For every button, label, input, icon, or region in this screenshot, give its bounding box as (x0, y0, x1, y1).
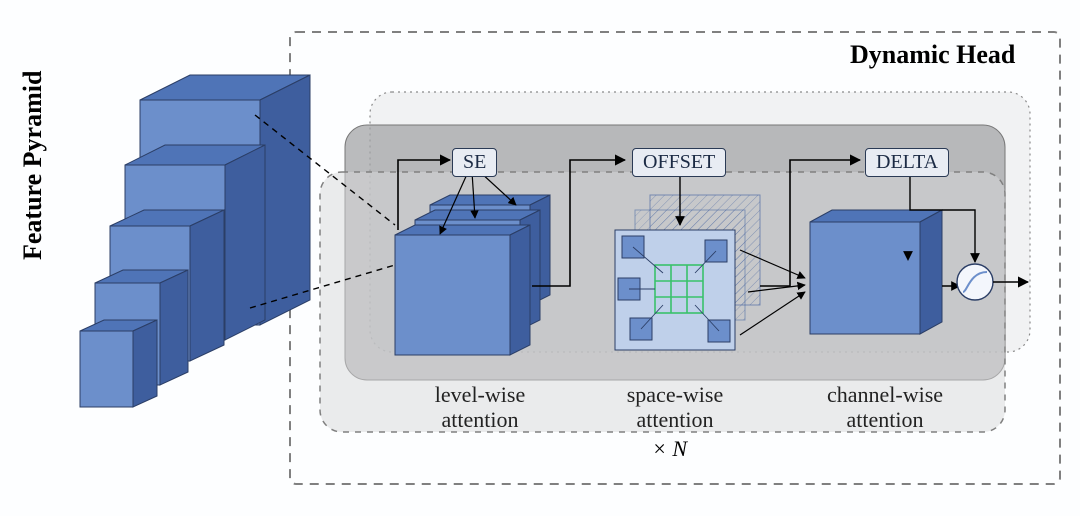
offset-text: OFFSET (643, 151, 715, 173)
se-box: SE (452, 148, 497, 177)
space-wise-caption: space-wise attention (600, 382, 750, 433)
pyramid-cube-1 (80, 320, 157, 407)
delta-text: DELTA (876, 151, 938, 173)
level-wise-caption: level-wise attention (410, 382, 550, 433)
delta-box: DELTA (865, 148, 949, 177)
diagram-canvas (0, 0, 1080, 516)
repeat-label: × N (652, 436, 687, 462)
offset-box: OFFSET (632, 148, 726, 177)
channel-wise-module (810, 210, 942, 334)
se-text: SE (463, 151, 486, 173)
channel-wise-caption: channel-wise attention (800, 382, 970, 433)
activation-circle (957, 264, 993, 300)
repeat-text: × N (652, 436, 687, 461)
